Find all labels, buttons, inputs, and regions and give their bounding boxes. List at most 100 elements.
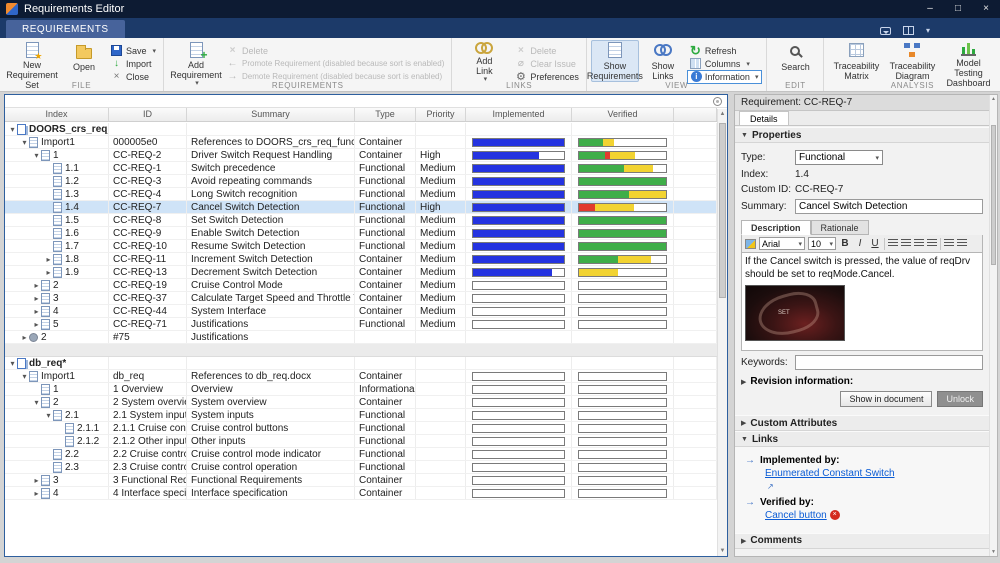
summary-input[interactable]	[795, 199, 983, 214]
scroll-down-icon[interactable]: ▼	[718, 548, 727, 554]
table-row[interactable]: 2.1.22.1.2 Other inputsOther inputsFunct…	[5, 435, 717, 448]
collapse-icon[interactable]: ▾	[44, 409, 53, 421]
scrollbar-thumb[interactable]	[991, 125, 996, 265]
table-row[interactable]: ▸2CC-REQ-19Cruise Control ModeContainerM…	[5, 279, 717, 292]
maximize-button[interactable]: □	[944, 0, 972, 18]
table-row[interactable]: ▾DOORS_crs_req_func_spec*	[5, 123, 717, 136]
expand-icon[interactable]: ▸	[32, 487, 41, 499]
underline-button[interactable]: U	[869, 237, 881, 250]
open-button[interactable]: Open	[60, 40, 108, 82]
table-row[interactable]: 1.4CC-REQ-7Cancel Switch DetectionFuncti…	[5, 201, 717, 214]
table-row[interactable]: 1.5CC-REQ-8Set Switch DetectionFunctiona…	[5, 214, 717, 227]
expand-icon[interactable]: ▸	[32, 474, 41, 486]
table-row[interactable]: 1.3CC-REQ-4Long Switch recognitionFuncti…	[5, 188, 717, 201]
table-row[interactable]: 1.7CC-REQ-10Resume Switch DetectionFunct…	[5, 240, 717, 253]
scrollbar-thumb[interactable]	[719, 123, 726, 298]
expand-icon[interactable]: ▸	[44, 253, 53, 265]
collapse-ribbon-icon[interactable]: ▾	[926, 27, 930, 35]
feedback-icon[interactable]	[880, 27, 891, 35]
search-button[interactable]: Search	[771, 40, 819, 82]
model-testing-dashboard-button[interactable]: Model Testing Dashboard	[940, 40, 996, 82]
details-scrollbar[interactable]: ▲ ▼	[989, 95, 997, 556]
table-row[interactable]: 2.22.2 Cruise control...Cruise control m…	[5, 448, 717, 461]
bold-button[interactable]: B	[839, 237, 851, 250]
table-row[interactable]: ▸5CC-REQ-71JustificationsFunctionalMediu…	[5, 318, 717, 331]
verified-by-link[interactable]: Cancel button	[765, 510, 827, 521]
expand-icon[interactable]: ▸	[32, 305, 41, 317]
table-row[interactable]: ▾Import1db_reqReferences to db_req.docxC…	[5, 370, 717, 383]
tab-details[interactable]: Details	[739, 111, 789, 125]
column-header-summary[interactable]: Summary	[187, 108, 355, 121]
bullet-list-icon[interactable]	[944, 239, 954, 248]
save-button[interactable]: Save▾	[108, 44, 159, 57]
show-requirements-toggle[interactable]: Show Requirements	[591, 40, 639, 82]
column-header-type[interactable]: Type	[355, 108, 416, 121]
table-row[interactable]: ▾1CC-REQ-2Driver Switch Request Handling…	[5, 149, 717, 162]
traceability-diagram-button[interactable]: Traceability Diagram	[884, 40, 940, 82]
table-row[interactable]: ▾db_req*	[5, 357, 717, 370]
table-row[interactable]: ▸2#75Justifications	[5, 331, 717, 344]
unlock-button[interactable]: Unlock	[937, 391, 983, 407]
keywords-input[interactable]	[795, 355, 983, 370]
collapse-icon[interactable]: ▾	[32, 396, 41, 408]
align-right-icon[interactable]	[914, 239, 924, 248]
table-row[interactable]: ▾2.12.1 System inputsSystem inputsFuncti…	[5, 409, 717, 422]
numbered-list-icon[interactable]	[957, 239, 967, 248]
show-in-document-button[interactable]: Show in document	[840, 391, 932, 407]
table-row[interactable]: ▸1.8CC-REQ-11Increment Switch DetectionC…	[5, 253, 717, 266]
table-row[interactable]: 1.2CC-REQ-3Avoid repeating commandsFunct…	[5, 175, 717, 188]
expand-icon[interactable]: ▸	[32, 279, 41, 291]
expand-icon[interactable]: ▸	[32, 292, 41, 304]
font-family-dropdown[interactable]: Arial▾	[759, 237, 805, 250]
collapse-icon[interactable]: ▾	[32, 149, 41, 161]
column-header-verified[interactable]: Verified	[572, 108, 674, 121]
description-editor[interactable]: If the Cancel switch is pressed, the val…	[741, 253, 983, 351]
refresh-button[interactable]: ↻ Refresh	[687, 44, 763, 57]
table-row[interactable]: ▸4CC-REQ-44System InterfaceContainerMedi…	[5, 305, 717, 318]
columns-button[interactable]: Columns▾	[687, 57, 763, 70]
align-center-icon[interactable]	[901, 239, 911, 248]
column-header-priority[interactable]: Priority	[416, 108, 466, 121]
section-comments[interactable]: ▶ Comments	[735, 533, 989, 549]
table-row[interactable]: 2.32.3 Cruise control...Cruise control o…	[5, 461, 717, 474]
table-row[interactable]: ▸33 Functional Req...Functional Requirem…	[5, 474, 717, 487]
expand-icon[interactable]: ▸	[32, 318, 41, 330]
tab-rationale[interactable]: Rationale	[811, 220, 869, 235]
italic-button[interactable]: I	[854, 237, 866, 250]
type-dropdown[interactable]: Functional ▾	[795, 150, 883, 165]
close-button[interactable]: ×	[972, 0, 1000, 18]
scroll-down-icon[interactable]: ▼	[990, 549, 997, 555]
collapse-icon[interactable]: ▾	[20, 370, 29, 382]
collapse-icon[interactable]: ▾	[20, 136, 29, 148]
table-scrollbar[interactable]: ▲ ▼	[717, 109, 727, 556]
section-links[interactable]: ▼ Links	[735, 431, 989, 447]
tab-requirements[interactable]: REQUIREMENTS	[6, 20, 125, 38]
show-links-toggle[interactable]: Show Links	[639, 40, 687, 82]
table-row[interactable]: ▾22 System overviewSystem overviewContai…	[5, 396, 717, 409]
table-row[interactable]: 11 OverviewOverviewInformational	[5, 383, 717, 396]
table-row[interactable]: ▸44 Interface specif...Interface specifi…	[5, 487, 717, 500]
tab-description[interactable]: Description	[741, 220, 811, 235]
column-header-id[interactable]: ID	[109, 108, 187, 121]
section-custom-attributes[interactable]: ▶ Custom Attributes	[735, 415, 989, 431]
scroll-up-icon[interactable]: ▲	[990, 96, 997, 102]
section-properties[interactable]: ▼ Properties	[735, 127, 989, 143]
table-row[interactable]: ▾Import1000005e0References to DOORS_crs_…	[5, 136, 717, 149]
align-justify-icon[interactable]	[927, 239, 937, 248]
column-header-implemented[interactable]: Implemented	[466, 108, 572, 121]
table-row[interactable]: ▸1.9CC-REQ-13Decrement Switch DetectionC…	[5, 266, 717, 279]
column-header-index[interactable]: Index	[5, 108, 109, 121]
expand-icon[interactable]: ▸	[20, 331, 29, 343]
revision-information-toggle[interactable]: ▶ Revision information:	[741, 376, 983, 387]
font-size-dropdown[interactable]: 10▾	[808, 237, 836, 250]
table-row[interactable]: 1.6CC-REQ-9Enable Switch DetectionFuncti…	[5, 227, 717, 240]
layout-icon[interactable]	[903, 26, 914, 35]
collapse-icon[interactable]: ▾	[8, 123, 17, 135]
implemented-by-link[interactable]: Enumerated Constant Switch	[765, 468, 895, 479]
panel-options-icon[interactable]	[713, 97, 722, 106]
minimize-button[interactable]: –	[916, 0, 944, 18]
insert-image-icon[interactable]	[745, 239, 756, 249]
expand-icon[interactable]: ▸	[44, 266, 53, 278]
align-left-icon[interactable]	[888, 239, 898, 248]
traceability-matrix-button[interactable]: Traceability Matrix	[828, 40, 884, 82]
